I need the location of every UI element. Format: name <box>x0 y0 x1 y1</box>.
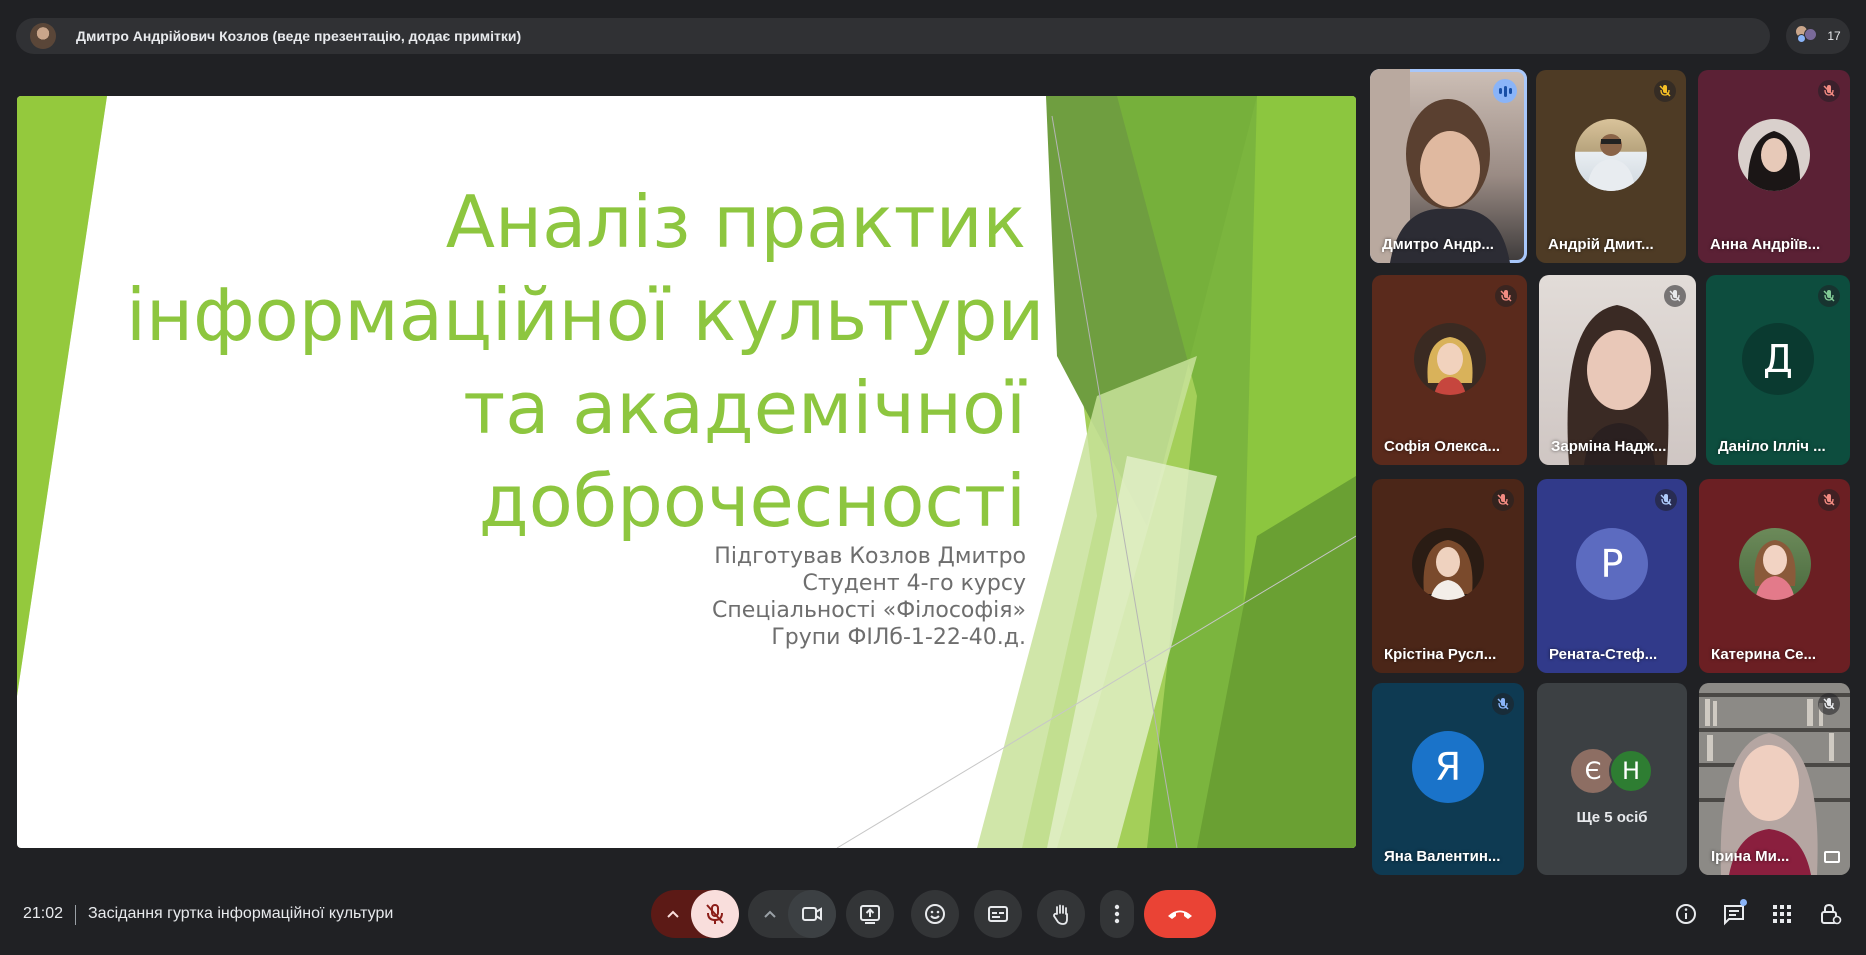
camera-options-icon[interactable] <box>750 890 790 938</box>
participants-button[interactable]: 17 <box>1786 18 1850 54</box>
slide-title: Аналіз практик інформаційної культури та… <box>126 176 1045 548</box>
participant-initial-avatar: Р <box>1576 528 1648 601</box>
participant-count: 17 <box>1827 29 1841 43</box>
mic-off-icon <box>1492 489 1514 511</box>
mic-off-icon <box>1495 285 1517 307</box>
slide-title-line: доброчесності <box>478 459 1026 543</box>
presentation-slide: Аналіз практик інформаційної культури та… <box>17 96 1356 848</box>
participant-tile[interactable]: Софія Олекса... <box>1372 275 1527 465</box>
mic-off-icon <box>1818 80 1840 102</box>
picture-in-picture-icon[interactable] <box>1824 851 1840 863</box>
slide-title-line: Аналіз практик <box>445 180 1026 264</box>
participant-tile[interactable]: Анна Андріїв... <box>1698 70 1850 263</box>
participant-initial-avatar: Д <box>1742 322 1814 395</box>
mic-options-icon[interactable] <box>653 890 693 938</box>
emoji-icon[interactable] <box>911 890 959 938</box>
participant-avatars-icon <box>1795 25 1819 47</box>
participant-name: Андрій Дмит... <box>1548 236 1654 253</box>
present-icon[interactable] <box>846 890 894 938</box>
participant-name: Рената-Стеф... <box>1549 646 1658 663</box>
participant-name: Анна Андріїв... <box>1710 236 1821 253</box>
speaking-indicator-icon <box>1493 79 1517 103</box>
more-options-icon[interactable] <box>1100 890 1134 938</box>
participant-name: Яна Валентин... <box>1384 848 1501 865</box>
participant-avatar <box>1738 528 1811 601</box>
presenter-banner-text: Дмитро Андрійович Козлов (веде презентац… <box>76 28 522 44</box>
mic-off-icon <box>1492 693 1514 715</box>
meeting-time: 21:02 <box>23 905 64 922</box>
participant-tile[interactable]: Андрій Дмит... <box>1536 70 1686 263</box>
participant-tile[interactable]: Р Рената-Стеф... <box>1537 479 1687 673</box>
footer-divider <box>75 905 76 925</box>
participant-name: Катерина Се... <box>1711 646 1816 663</box>
mic-off-icon <box>1818 489 1840 511</box>
leave-call-icon[interactable] <box>1144 890 1216 938</box>
chat-icon[interactable] <box>1719 899 1749 929</box>
participant-name: Ірина Ми... <box>1711 848 1790 865</box>
participant-avatar <box>1413 322 1486 395</box>
participant-initial-avatar: Я <box>1412 731 1484 804</box>
participant-name: Зарміна Надж... <box>1551 438 1667 455</box>
raise-hand-icon[interactable] <box>1037 890 1085 938</box>
participant-name: Крістіна Русл... <box>1384 646 1497 663</box>
mic-off-icon <box>1818 285 1840 307</box>
slide-subtitle-line: Спеціальності «Філософія» <box>712 598 1026 623</box>
captions-icon[interactable] <box>974 890 1022 938</box>
host-controls-icon[interactable] <box>1815 899 1845 929</box>
slide-subtitle-line: Підготував Козлов Дмитро <box>714 544 1026 569</box>
presenter-avatar <box>30 23 56 49</box>
participant-avatar <box>1738 118 1810 191</box>
camera-icon[interactable] <box>788 890 836 938</box>
activities-icon[interactable] <box>1767 899 1797 929</box>
mic-off-icon <box>1818 693 1840 715</box>
chat-notification-dot <box>1740 899 1747 906</box>
participant-name: Софія Олекса... <box>1384 438 1501 455</box>
participant-tile[interactable]: Ірина Ми... <box>1699 683 1850 875</box>
more-participants-avatars: Є Н <box>1571 749 1653 793</box>
participant-avatar <box>1412 528 1484 601</box>
participant-name: Дмитро Андр... <box>1382 236 1494 253</box>
slide-title-line: інформаційної культури <box>126 273 1045 357</box>
slide-subtitle-line: Студент 4-го курсу <box>802 571 1026 596</box>
participant-tile[interactable]: Я Яна Валентин... <box>1372 683 1524 875</box>
info-icon[interactable] <box>1671 899 1701 929</box>
participant-initial-avatar: Н <box>1609 749 1653 793</box>
mic-off-icon <box>1664 285 1686 307</box>
mic-off-icon <box>1655 489 1677 511</box>
presenter-banner[interactable]: Дмитро Андрійович Козлов (веде презентац… <box>16 18 1770 54</box>
slide-title-line: та академічної <box>463 366 1026 450</box>
slide-subtitle: Підготував Козлов Дмитро Студент 4-го ку… <box>712 543 1026 651</box>
participant-tile[interactable]: Дмитро Андр... <box>1370 69 1527 263</box>
participant-tile[interactable]: Зарміна Надж... <box>1539 275 1696 465</box>
mic-off-icon <box>1654 80 1676 102</box>
more-participants-label: Ще 5 осіб <box>1576 809 1648 826</box>
slide-subtitle-line: Групи ФІЛб-1-22-40.д. <box>771 625 1026 650</box>
participant-name: Даніло Ілліч ... <box>1718 438 1826 455</box>
participant-tile[interactable]: Д Даніло Ілліч ... <box>1706 275 1850 465</box>
participant-tile[interactable]: Катерина Се... <box>1699 479 1850 673</box>
more-participants-tile[interactable]: Є Н Ще 5 осіб <box>1537 683 1687 875</box>
participant-tile[interactable]: Крістіна Русл... <box>1372 479 1524 673</box>
meeting-title: Засідання гуртка інформаційної культури <box>88 905 394 922</box>
mic-off-icon[interactable] <box>691 890 739 938</box>
participant-avatar <box>1575 118 1647 191</box>
